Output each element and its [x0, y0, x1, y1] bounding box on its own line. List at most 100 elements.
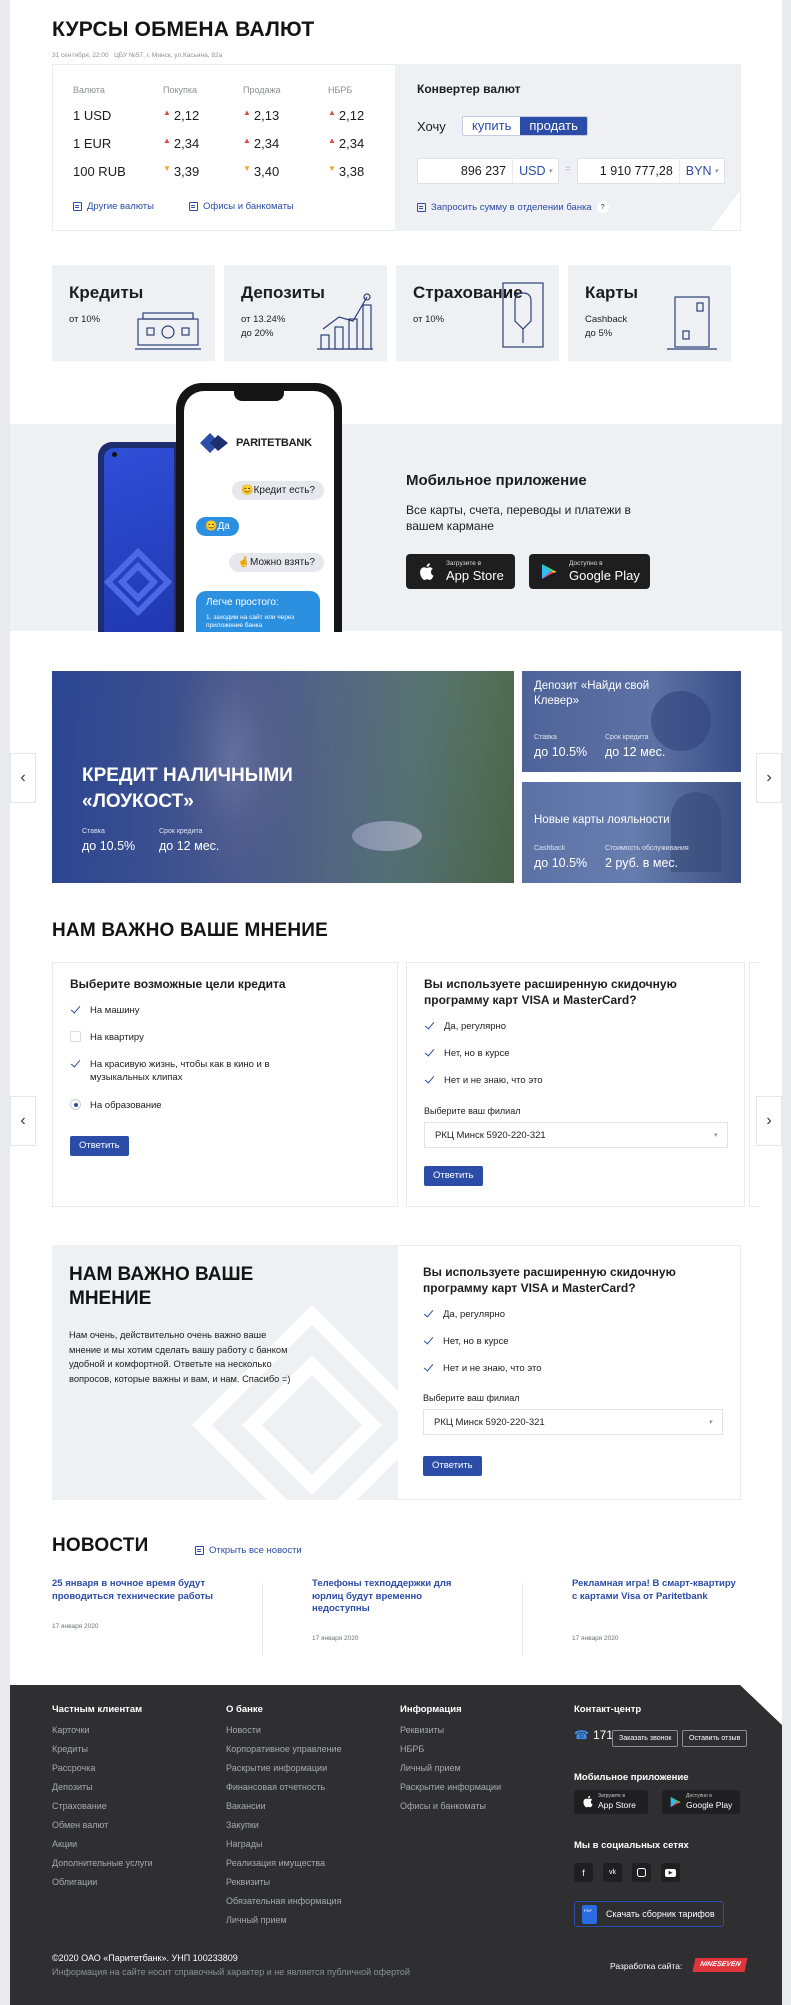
contact-center-title: Контакт-центр — [574, 1704, 642, 1715]
news-link[interactable]: Телефоны техподдержки для юрлиц будут вр… — [312, 1578, 462, 1616]
youtube-icon[interactable]: ▶ — [661, 1863, 680, 1882]
branch-select[interactable]: РКЦ Минск 5920-220-321 ▾ — [424, 1122, 728, 1148]
survey-next-button[interactable]: › — [756, 1096, 782, 1146]
amount-to-field[interactable]: 1 910 777,28 BYN ▾ — [577, 158, 725, 184]
footer-link[interactable]: Вакансии — [226, 1800, 342, 1819]
footer-link[interactable]: Личный прием — [400, 1762, 501, 1781]
download-tariffs-button[interactable]: PDF Скачать сборник тарифов — [574, 1901, 724, 1927]
product-card-deposits[interactable]: Депозиты от 13.24% до 20% — [224, 265, 387, 361]
currency-to-select[interactable]: BYN ▾ — [678, 159, 724, 183]
footer-link[interactable]: Закупки — [226, 1819, 342, 1838]
option-education[interactable]: На образование — [70, 1099, 162, 1112]
offices-link[interactable]: Офисы и банкоматы — [189, 201, 294, 212]
product-card-cards[interactable]: Карты Cashback до 5% — [568, 265, 731, 361]
submit-button[interactable]: Ответить — [423, 1456, 482, 1476]
footer-link[interactable]: Реализация имущества — [226, 1857, 342, 1876]
footer-link[interactable]: Корпоративное управление — [226, 1743, 342, 1762]
opinion-intro: НАМ ВАЖНО ВАШЕ МНЕНИЕ Нам очень, действи… — [52, 1245, 398, 1500]
checkbox-checked[interactable] — [424, 1074, 435, 1085]
currency-from-select[interactable]: USD ▾ — [512, 159, 558, 183]
checkbox-checked[interactable] — [423, 1335, 434, 1346]
promo-next-button[interactable]: › — [756, 753, 782, 803]
developer-logo[interactable]: NINESEVEN — [692, 1958, 748, 1972]
footer-link[interactable]: Кредиты — [52, 1743, 153, 1762]
option-car[interactable]: На машину — [70, 1004, 140, 1017]
product-card-credits[interactable]: Кредиты от 10% — [52, 265, 215, 361]
instagram-icon[interactable] — [632, 1863, 651, 1882]
all-news-link[interactable]: Открыть все новости — [195, 1545, 302, 1556]
footer-link[interactable]: Офисы и банкоматы — [400, 1800, 501, 1819]
checkbox-unchecked[interactable] — [70, 1031, 81, 1042]
promo-main-loukost[interactable]: КРЕДИТ НАЛИЧНЫМИ «ЛОУКОСТ» Ставка до 10.5… — [52, 671, 514, 883]
footer-link[interactable]: Облигации — [52, 1876, 153, 1895]
google-play-icon — [542, 564, 557, 579]
appstore-button[interactable]: Загрузите в App Store — [406, 554, 515, 589]
option-apartment[interactable]: На квартиру — [70, 1031, 144, 1044]
option-yes-regularly[interactable]: Да, регулярно — [424, 1020, 506, 1033]
survey-prev-button[interactable]: ‹ — [10, 1096, 36, 1146]
promo-loyalty-cards[interactable]: Новые карты лояльности Cashback до 10.5%… — [522, 782, 741, 883]
checkbox-checked[interactable] — [70, 1004, 81, 1015]
option-yes-regularly[interactable]: Да, регулярно — [423, 1308, 505, 1321]
facebook-icon[interactable]: f — [574, 1863, 593, 1882]
sell-option[interactable]: продать — [520, 117, 587, 135]
option-no-unaware[interactable]: Нет и не знаю, что это — [423, 1362, 542, 1375]
buy-option[interactable]: купить — [463, 117, 521, 135]
product-card-insurance[interactable]: Страхование от 10% — [396, 265, 559, 361]
footer-link[interactable]: Дополнительные услуги — [52, 1857, 153, 1876]
footer-link[interactable]: Награды — [226, 1838, 342, 1857]
footer-link[interactable]: НБРБ — [400, 1743, 501, 1762]
footer-link[interactable]: Реквизиты — [400, 1724, 501, 1743]
footer-link[interactable]: Раскрытие информации — [400, 1781, 501, 1800]
checkbox-checked[interactable] — [423, 1308, 434, 1319]
promo-deposit-clover[interactable]: Депозит «Найди свой Клевер» Ставка до 10… — [522, 671, 741, 772]
checkbox-checked[interactable] — [424, 1047, 435, 1058]
help-icon[interactable]: ? — [596, 201, 609, 213]
footer-google-play-button[interactable]: Доступно в Google Play — [662, 1790, 740, 1814]
option-no-aware[interactable]: Нет, но в курсе — [424, 1047, 509, 1060]
footer-link[interactable]: Раскрытие информации — [226, 1762, 342, 1781]
order-call-button[interactable]: Заказать звонок — [612, 1730, 679, 1747]
footer-appstore-button[interactable]: Загрузите в App Store — [574, 1790, 648, 1814]
footer-link[interactable]: Новости — [226, 1724, 342, 1743]
footer-link[interactable]: Акции — [52, 1838, 153, 1857]
survey-title: НАМ ВАЖНО ВАШЕ МНЕНИЕ — [52, 920, 329, 941]
news-link[interactable]: 25 января в ночное время будут проводить… — [52, 1578, 222, 1603]
option-no-aware[interactable]: Нет, но в курсе — [423, 1335, 508, 1348]
phone-number[interactable]: ☎ 171 — [574, 1728, 613, 1742]
footer-link[interactable]: Обмен валют — [52, 1819, 153, 1838]
vk-icon[interactable]: vk — [603, 1863, 622, 1882]
rates-meta: 31 сентября, 22:00 ЦБУ №57, г. Минск, ул… — [52, 52, 223, 59]
chevron-right-icon: › — [766, 1112, 772, 1129]
rate-up-icon: ▲ — [328, 135, 336, 145]
promo-prev-button[interactable]: ‹ — [10, 753, 36, 803]
checkbox-checked[interactable] — [70, 1058, 81, 1069]
option-beautiful-life[interactable]: На красивую жизнь, чтобы как в кино и в … — [70, 1058, 300, 1084]
footer-link[interactable]: Финансовая отчетность — [226, 1781, 342, 1800]
request-amount-link[interactable]: Запросить сумму в отделении банка ? — [417, 201, 609, 213]
news-link[interactable]: Рекламная игра! В смарт-квартиру с карта… — [572, 1578, 737, 1603]
rates-header: Валюта Покупка Продажа НБРБ — [73, 85, 353, 95]
footer-link[interactable]: Страхование — [52, 1800, 153, 1819]
option-no-unaware[interactable]: Нет и не знаю, что это — [424, 1074, 543, 1087]
checkbox-checked[interactable] — [423, 1362, 434, 1373]
footer-link[interactable]: Карточки — [52, 1724, 153, 1743]
footer-link[interactable]: Рассрочка — [52, 1762, 153, 1781]
branch-select[interactable]: РКЦ Минск 5920-220-321 ▾ — [423, 1409, 723, 1435]
other-currencies-link[interactable]: Другие валюты — [73, 201, 154, 212]
umbrella-icon — [502, 282, 544, 348]
amount-from-field[interactable]: 896 237 USD ▾ — [417, 158, 559, 184]
footer-link[interactable]: Обязательная информация — [226, 1895, 342, 1914]
submit-button[interactable]: Ответить — [424, 1166, 483, 1186]
radio-selected[interactable] — [70, 1099, 81, 1110]
leave-review-button[interactable]: Оставить отзыв — [682, 1730, 748, 1747]
checkbox-checked[interactable] — [424, 1020, 435, 1031]
footer-col-about: О банке Новости Корпоративное управление… — [226, 1704, 342, 1933]
footer-link[interactable]: Личный прием — [226, 1914, 342, 1933]
chevron-left-icon: ‹ — [20, 769, 26, 786]
submit-button[interactable]: Ответить — [70, 1136, 129, 1156]
google-play-button[interactable]: Доступно в Google Play — [529, 554, 650, 589]
footer-link[interactable]: Реквизиты — [226, 1876, 342, 1895]
growth-chart-icon — [317, 293, 373, 350]
footer-link[interactable]: Депозиты — [52, 1781, 153, 1800]
